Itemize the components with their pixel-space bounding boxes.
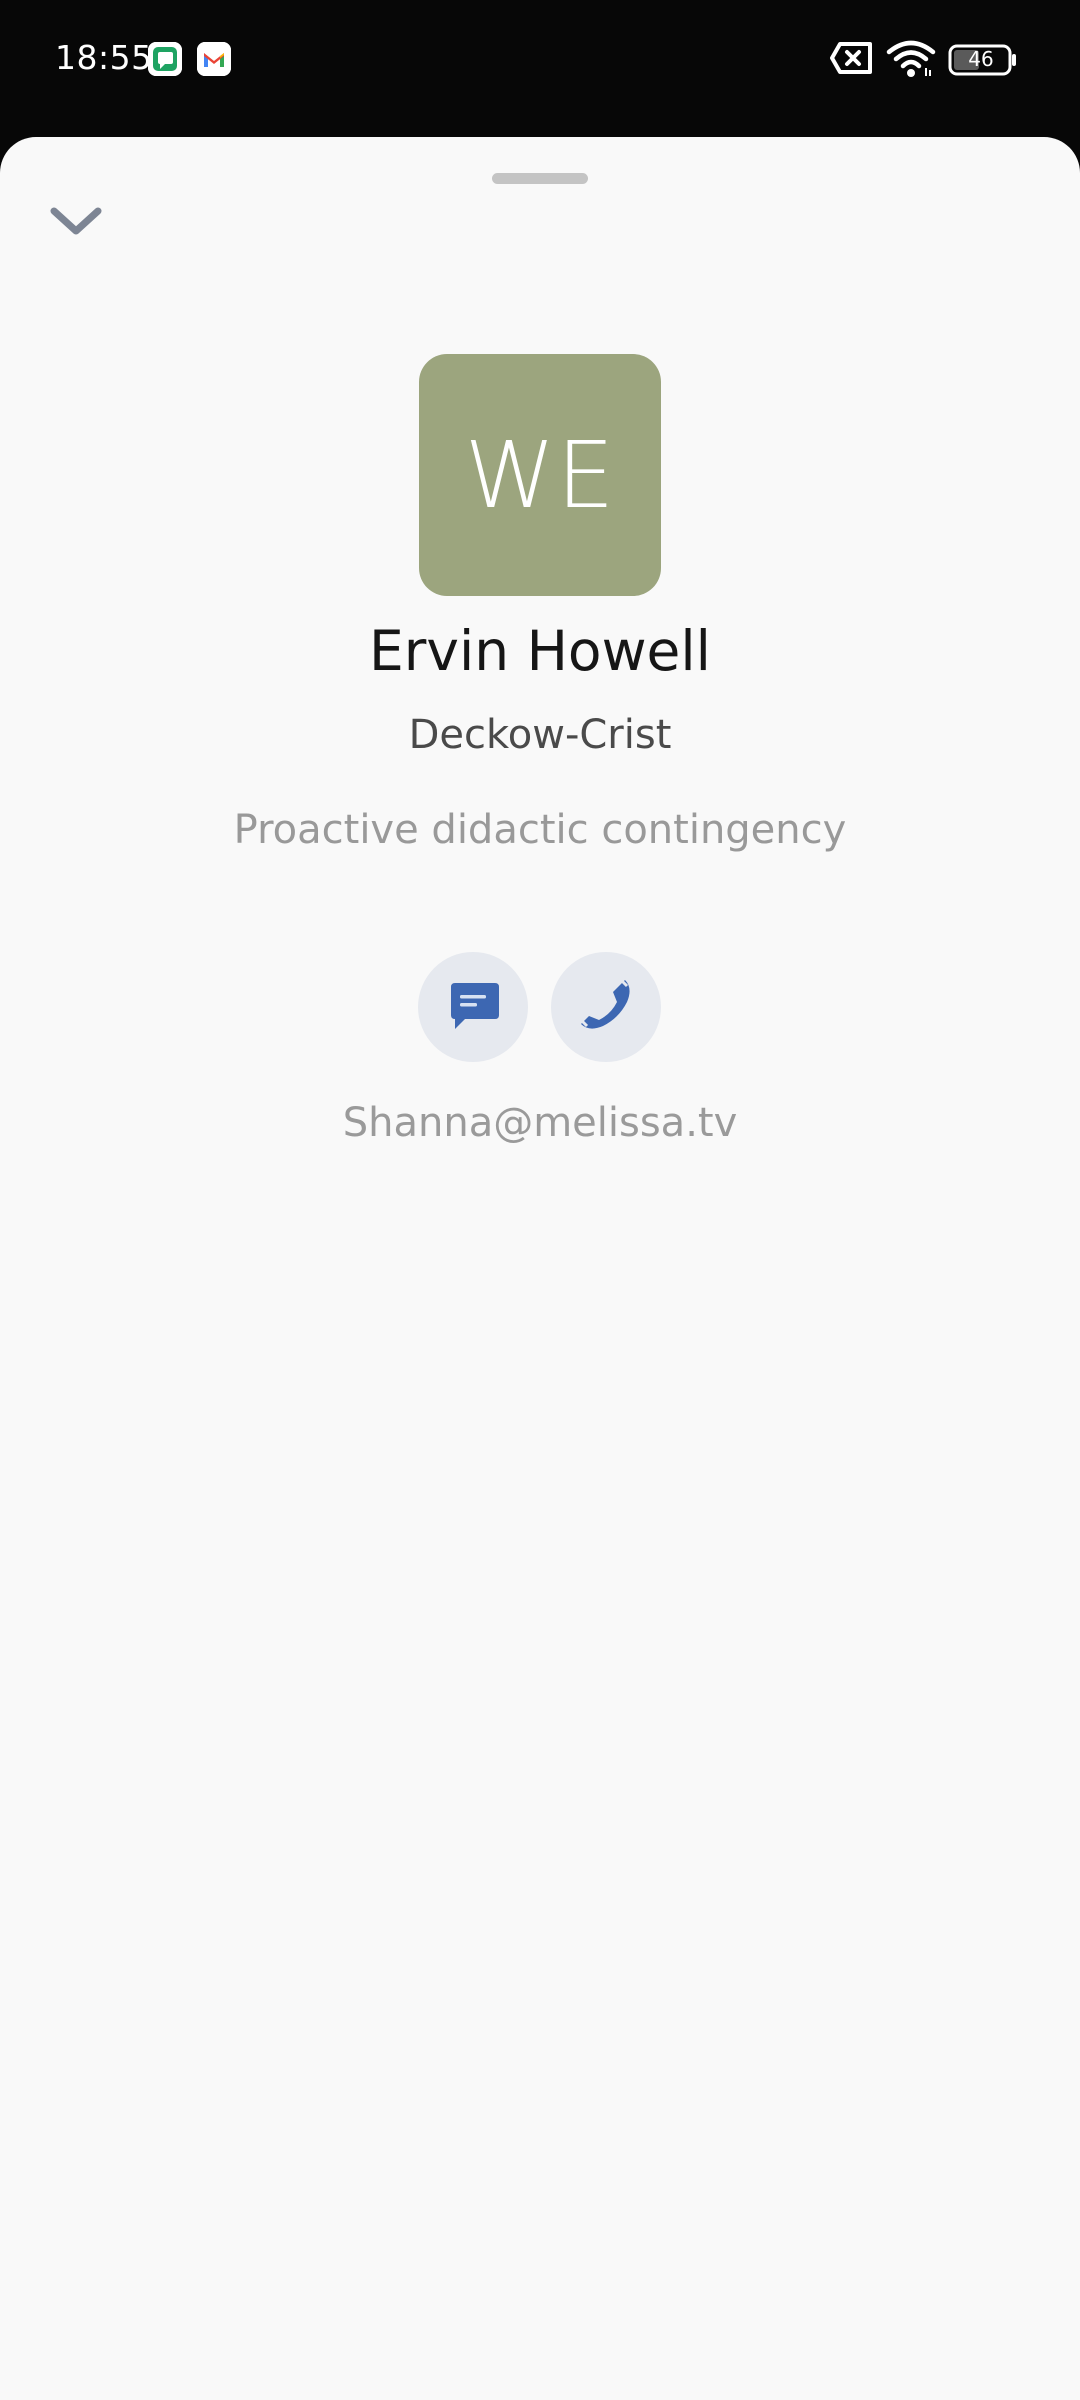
message-button[interactable] xyxy=(418,952,528,1062)
collapse-button[interactable] xyxy=(40,187,112,259)
contact-company: Deckow-Crist xyxy=(408,712,672,758)
contact-catch-phrase: Proactive didactic contingency xyxy=(233,807,847,853)
gmail-icon xyxy=(197,42,231,76)
wifi-icon xyxy=(886,38,936,82)
contact-detail-sheet: WE Ervin Howell Deckow-Crist Proactive d… xyxy=(0,137,1080,2400)
call-button[interactable] xyxy=(551,952,661,1062)
battery-level: 46 xyxy=(968,47,994,71)
contact-name: Ervin Howell xyxy=(369,619,711,683)
contact-email[interactable]: Shanna@melissa.tv xyxy=(0,1100,1080,1146)
messages-app-icon xyxy=(148,42,182,76)
drag-handle[interactable] xyxy=(492,173,588,184)
status-bar: 18:55 46 xyxy=(0,0,1080,138)
avatar-initials: WE xyxy=(464,421,616,529)
phone-icon xyxy=(575,974,637,1040)
no-sim-icon xyxy=(830,40,874,80)
status-time: 18:55 xyxy=(55,38,153,77)
chevron-down-icon xyxy=(48,203,104,243)
avatar: WE xyxy=(419,354,661,596)
message-icon xyxy=(443,975,503,1039)
